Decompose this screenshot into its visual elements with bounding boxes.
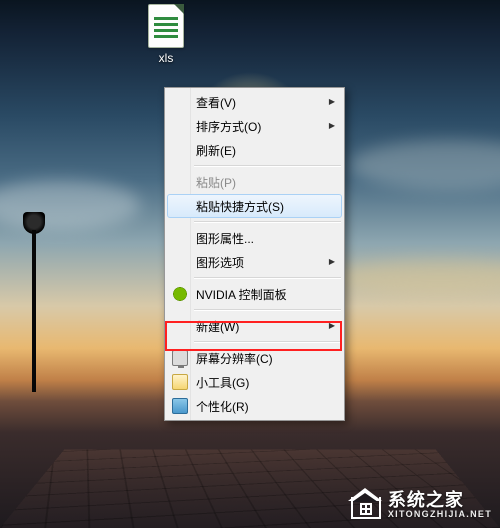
menu-item-label: 图形属性... bbox=[196, 230, 323, 247]
menu-item[interactable]: 查看(V) bbox=[167, 90, 342, 114]
menu-item-label: 图形选项 bbox=[196, 254, 323, 271]
menu-item[interactable]: 新建(W) bbox=[167, 314, 342, 338]
person-icon bbox=[172, 398, 188, 414]
desktop-file-icon[interactable]: xls bbox=[140, 4, 192, 65]
desktop-context-menu: 查看(V) 排序方式(O) 刷新(E) 粘贴(P) 粘贴快捷方式(S) 图形属性... 图形… bbox=[164, 87, 345, 421]
nvidia-icon bbox=[172, 286, 188, 302]
wallpaper-cloud bbox=[0, 180, 140, 230]
menu-item-label: 查看(V) bbox=[196, 94, 323, 111]
menu-separator bbox=[194, 221, 341, 223]
watermark: 系统之家 XITONGZHIJIA.NET bbox=[348, 488, 492, 522]
watermark-url: XITONGZHIJIA.NET bbox=[388, 510, 492, 519]
menu-item-label: 粘贴快捷方式(S) bbox=[196, 198, 323, 215]
menu-item-label: 粘贴(P) bbox=[196, 174, 323, 191]
menu-separator bbox=[194, 341, 341, 343]
menu-item[interactable]: 个性化(R) bbox=[167, 394, 342, 418]
watermark-logo-icon bbox=[348, 488, 382, 522]
menu-item-label: 个性化(R) bbox=[196, 398, 323, 415]
spreadsheet-icon bbox=[148, 4, 184, 48]
menu-separator bbox=[194, 165, 341, 167]
menu-separator bbox=[194, 277, 341, 279]
menu-item-label: NVIDIA 控制面板 bbox=[196, 286, 323, 303]
wallpaper-lamp bbox=[23, 212, 45, 392]
menu-item[interactable]: 屏幕分辨率(C) bbox=[167, 346, 342, 370]
menu-separator bbox=[194, 309, 341, 311]
gadget-icon bbox=[172, 374, 188, 390]
menu-item-label: 屏幕分辨率(C) bbox=[196, 350, 323, 367]
menu-item: 粘贴(P) bbox=[167, 170, 342, 194]
watermark-title: 系统之家 bbox=[388, 491, 492, 510]
menu-item[interactable]: 图形属性... bbox=[167, 226, 342, 250]
menu-item[interactable]: 粘贴快捷方式(S) bbox=[167, 194, 342, 218]
wallpaper-cloud bbox=[330, 260, 500, 294]
wallpaper-cloud bbox=[350, 140, 500, 190]
menu-item-label: 新建(W) bbox=[196, 318, 323, 335]
menu-item[interactable]: 图形选项 bbox=[167, 250, 342, 274]
screen-icon bbox=[172, 350, 188, 366]
menu-item[interactable]: NVIDIA 控制面板 bbox=[167, 282, 342, 306]
menu-item[interactable]: 排序方式(O) bbox=[167, 114, 342, 138]
menu-item-label: 刷新(E) bbox=[196, 142, 323, 159]
menu-item[interactable]: 刷新(E) bbox=[167, 138, 342, 162]
menu-item[interactable]: 小工具(G) bbox=[167, 370, 342, 394]
desktop-file-label: xls bbox=[140, 51, 192, 65]
menu-item-label: 排序方式(O) bbox=[196, 118, 323, 135]
menu-item-label: 小工具(G) bbox=[196, 374, 323, 391]
